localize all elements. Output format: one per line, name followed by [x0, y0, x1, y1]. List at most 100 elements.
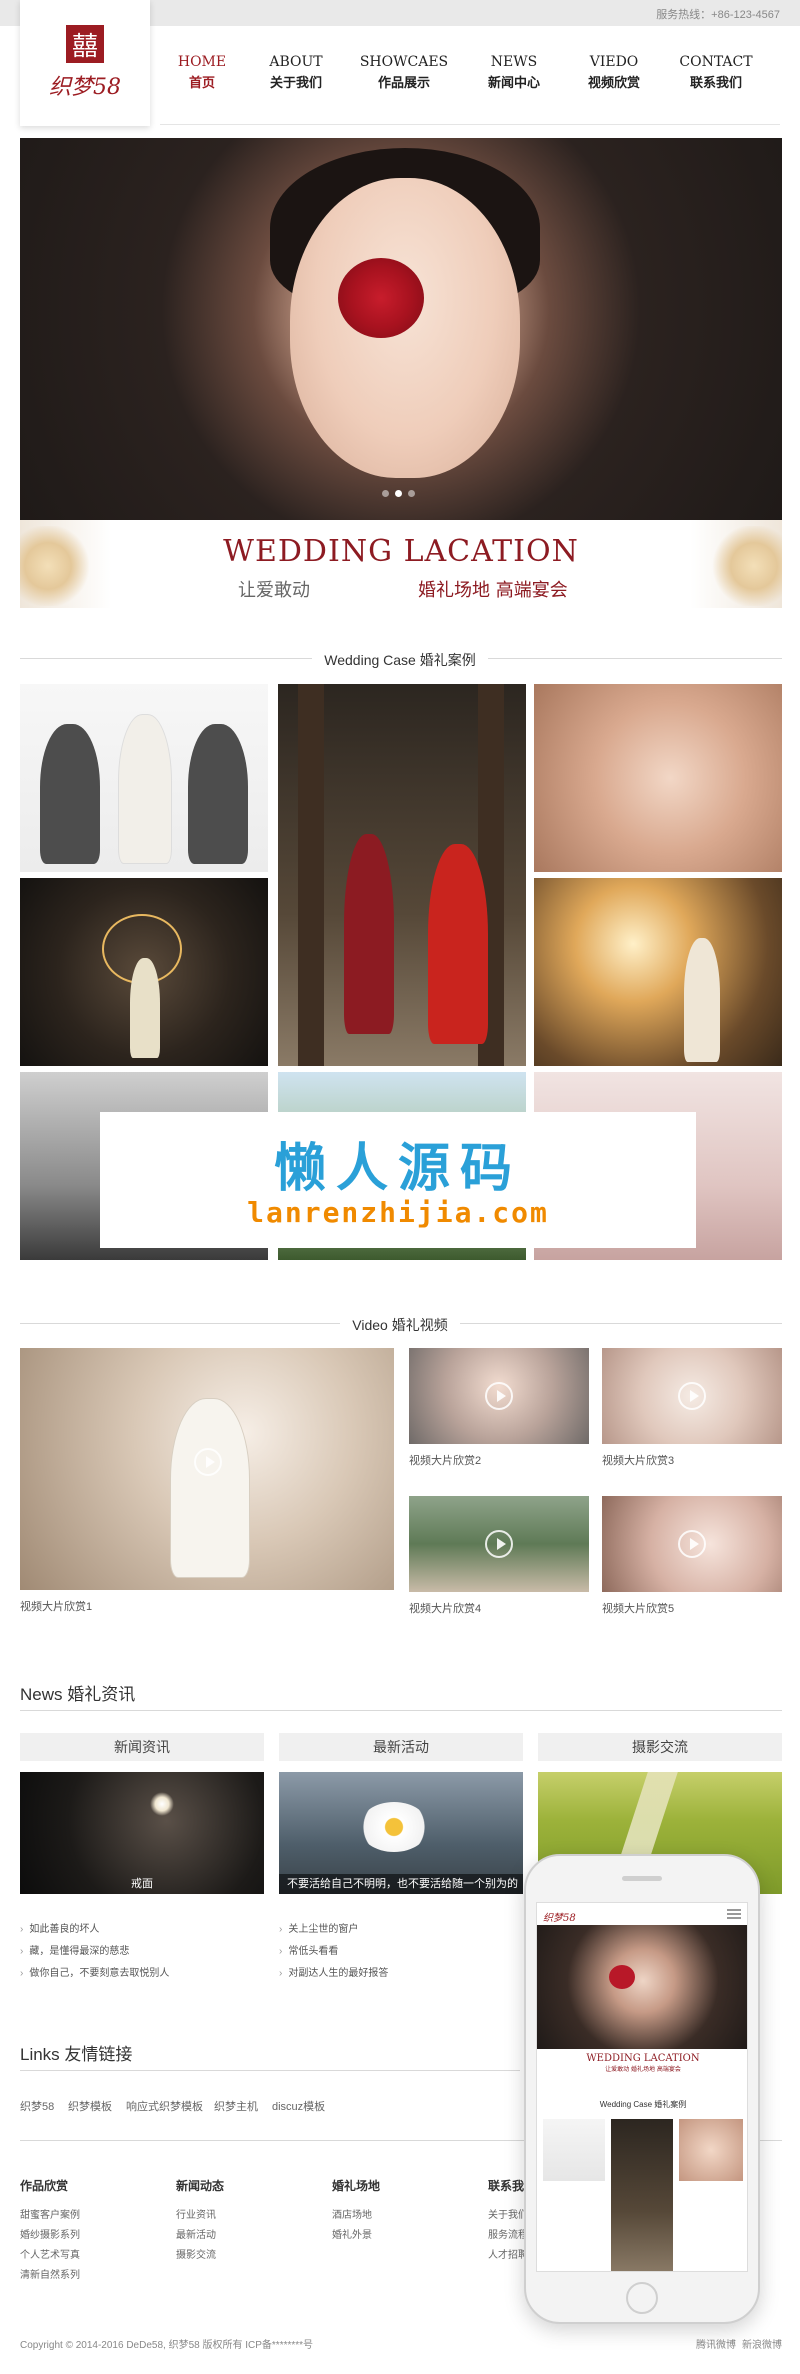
news-section-title: News 婚礼资讯 — [20, 1685, 136, 1704]
copyright-text: Copyright © 2014-2016 DeDe58, 织梦58 版权所有 … — [20, 2340, 314, 2351]
video-thumb-1[interactable] — [20, 1348, 394, 1590]
video-caption-3[interactable]: 视频大片欣赏3 — [602, 1452, 674, 1468]
watermark-url: lanrenzhijia.com — [247, 1196, 549, 1229]
case-photo-5[interactable] — [534, 878, 782, 1066]
nav-showcases-en: SHOWCAES — [359, 54, 449, 70]
play-icon[interactable] — [485, 1530, 513, 1558]
nav-contact-cn: 联系我们 — [689, 76, 742, 91]
nav-divider — [160, 124, 780, 125]
news-item[interactable]: 关上尘世的窗户 — [279, 1920, 358, 1935]
video-heading: Video 婚礼视频 — [0, 1315, 800, 1335]
news-item[interactable]: 对副达人生的最好报答 — [279, 1964, 388, 1979]
nav-news-cn: 新闻中心 — [487, 76, 540, 91]
footer-link[interactable]: 人才招聘 — [488, 2246, 528, 2261]
news-item[interactable]: 做你自己，不要刻意去取悦别人 — [20, 1964, 169, 1979]
footer-head-venues: 婚礼场地 — [332, 2179, 381, 2193]
nav-home[interactable]: HOME 首页 — [152, 54, 252, 91]
case-photo-1[interactable] — [20, 684, 268, 872]
play-icon[interactable] — [485, 1382, 513, 1410]
tencent-weibo-link[interactable]: 腾讯微博 — [696, 2336, 736, 2351]
footer-link[interactable]: 最新活动 — [176, 2226, 216, 2241]
cases-title: Wedding Case 婚礼案例 — [312, 652, 488, 668]
nav-about-cn: 关于我们 — [269, 76, 322, 91]
video-caption-4[interactable]: 视频大片欣赏4 — [409, 1600, 481, 1616]
slider-dot-active[interactable] — [395, 490, 402, 497]
nav-contact[interactable]: CONTACT 联系我们 — [666, 54, 766, 91]
news-item[interactable]: 如此善良的坏人 — [20, 1920, 99, 1935]
news-image-caption-1: 戒面 — [131, 1878, 153, 1890]
video-caption-5[interactable]: 视频大片欣赏5 — [602, 1600, 674, 1616]
site-logo[interactable]: 囍 织梦58 — [20, 0, 150, 126]
phone-banner-title: WEDDING LACATION — [586, 2053, 700, 2064]
phone-banner-sub: 让爱敢动 婚礼场地 高端宴会 — [605, 2066, 681, 2073]
nav-news-en: NEWS — [490, 54, 538, 70]
footer-link[interactable]: 甜蜜客户案例 — [20, 2206, 80, 2221]
footer-link[interactable]: 婚礼外景 — [332, 2226, 372, 2241]
phone-logo: 织梦58 — [543, 1913, 576, 1924]
footer-link[interactable]: 摄影交流 — [176, 2246, 216, 2261]
video-thumb-4[interactable] — [409, 1496, 589, 1592]
nav-showcases[interactable]: SHOWCAES 作品展示 — [354, 54, 454, 91]
phone-home-button — [626, 2282, 658, 2314]
footer-link[interactable]: 清新自然系列 — [20, 2266, 80, 2281]
footer-link[interactable]: 服务流程 — [488, 2226, 528, 2241]
nav-contact-en: CONTACT — [679, 54, 753, 70]
video-thumb-2[interactable] — [409, 1348, 589, 1444]
menu-icon — [727, 1909, 741, 1919]
news-tab-photography[interactable]: 摄影交流 — [538, 1733, 782, 1761]
phone-mockup: 织梦58 WEDDING LACATION 让爱敢动 婚礼场地 高端宴会 Wed… — [524, 1854, 760, 2324]
play-icon[interactable] — [678, 1382, 706, 1410]
video-thumb-5[interactable] — [602, 1496, 782, 1592]
nav-about[interactable]: ABOUT 关于我们 — [246, 54, 346, 91]
slider-dot[interactable] — [408, 490, 415, 497]
sina-weibo-link[interactable]: 新浪微博 — [742, 2336, 782, 2351]
banner-slogan-right: 婚礼场地 高端宴会 — [418, 580, 568, 601]
slider-dots — [382, 490, 415, 497]
links-divider — [20, 2070, 520, 2071]
phone-speaker — [622, 1876, 662, 1881]
play-icon[interactable] — [678, 1530, 706, 1558]
news-item[interactable]: 藏，是懂得最深的慈悲 — [20, 1942, 129, 1957]
footer-link[interactable]: 行业资讯 — [176, 2206, 216, 2221]
rose-icon — [338, 258, 424, 338]
logo-brand-text: 织梦58 — [49, 75, 121, 100]
friend-link-3[interactable]: 响应式织梦模板 — [126, 2098, 203, 2114]
cases-heading: Wedding Case 婚礼案例 — [0, 650, 800, 670]
video-caption-1[interactable]: 视频大片欣赏1 — [20, 1598, 92, 1614]
phone-banner-strip: WEDDING LACATION 让爱敢动 婚礼场地 高端宴会 — [537, 2049, 747, 2083]
news-image-1[interactable]: 戒面 — [20, 1772, 264, 1894]
case-photo-4[interactable] — [20, 878, 268, 1066]
footer-link[interactable]: 个人艺术写真 — [20, 2246, 80, 2261]
hero-banner[interactable]: WEDDING LACATION 让爱敢动 婚礼场地 高端宴会 — [20, 138, 782, 608]
play-icon[interactable] — [194, 1448, 222, 1476]
footer-link[interactable]: 关于我们 — [488, 2206, 528, 2221]
slider-dot[interactable] — [382, 490, 389, 497]
news-image-caption-2: 不要活给自己不明明，也不要活给随一个别为的 — [279, 1874, 523, 1894]
footer-head-works: 作品欣赏 — [20, 2179, 69, 2193]
news-tab-news[interactable]: 新闻资讯 — [20, 1733, 264, 1761]
friend-link-5[interactable]: discuz模板 — [272, 2098, 325, 2114]
nav-video[interactable]: VIEDO 视频欣赏 — [564, 54, 664, 91]
footer-head-news: 新闻动态 — [176, 2179, 225, 2193]
news-item[interactable]: 常低头看看 — [279, 1942, 338, 1957]
footer-link[interactable]: 婚纱摄影系列 — [20, 2226, 80, 2241]
video-caption-2[interactable]: 视频大片欣赏2 — [409, 1452, 481, 1468]
phone-banner-photo — [537, 1925, 747, 2049]
friend-link-1[interactable]: 织梦58 — [20, 2098, 54, 2114]
case-photo-2[interactable] — [278, 684, 526, 1066]
links-section-title: Links 友情链接 — [20, 2045, 133, 2064]
double-happiness-icon: 囍 — [66, 25, 104, 63]
banner-slogan-left: 让爱敢动 — [238, 580, 310, 601]
news-image-2[interactable]: 不要活给自己不明明，也不要活给随一个别为的 — [279, 1772, 523, 1894]
footer-link[interactable]: 酒店场地 — [332, 2206, 372, 2221]
video-title: Video 婚礼视频 — [340, 1317, 460, 1333]
case-photo-3[interactable] — [534, 684, 782, 872]
nav-video-cn: 视频欣赏 — [587, 76, 640, 91]
friend-link-2[interactable]: 织梦模板 — [68, 2098, 112, 2114]
nav-about-en: ABOUT — [269, 54, 323, 70]
friend-link-4[interactable]: 织梦主机 — [214, 2098, 258, 2114]
nav-home-en: HOME — [177, 54, 227, 70]
nav-news[interactable]: NEWS 新闻中心 — [464, 54, 564, 91]
news-tab-events[interactable]: 最新活动 — [279, 1733, 523, 1761]
video-thumb-3[interactable] — [602, 1348, 782, 1444]
